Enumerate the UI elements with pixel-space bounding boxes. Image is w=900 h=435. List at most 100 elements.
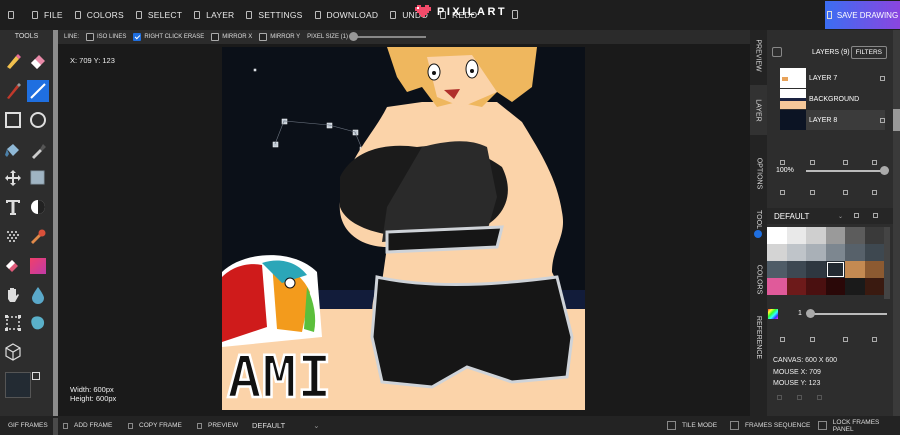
lock-frames-panel-toggle[interactable]: LOCK FRAMES PANEL — [818, 416, 900, 435]
rectangle-tool[interactable] — [2, 109, 24, 131]
iso-lines-checkbox[interactable] — [86, 33, 95, 41]
tab-preview[interactable]: PREVIEW — [750, 30, 767, 80]
menu-select[interactable]: SELECT — [130, 0, 188, 30]
hand-tool[interactable] — [2, 284, 24, 306]
color-replace-tool[interactable] — [2, 255, 24, 277]
color-swatch[interactable] — [845, 278, 865, 295]
color-swatch[interactable] — [767, 261, 787, 278]
info-action-icon[interactable] — [777, 395, 782, 400]
menu-settings[interactable]: SETTINGS — [240, 0, 308, 30]
opacity-slider[interactable] — [776, 166, 891, 177]
panel-scroll-thumb[interactable] — [893, 109, 900, 131]
fill-tool[interactable] — [2, 140, 24, 162]
layer-action-icon[interactable] — [780, 190, 785, 195]
menu-colors[interactable]: COLORS — [69, 0, 130, 30]
3d-tool[interactable] — [2, 341, 24, 363]
tab-colors[interactable]: COLORS — [750, 252, 767, 307]
palette-scrollbar[interactable] — [884, 227, 890, 299]
opacity-slider-knob[interactable] — [880, 166, 889, 175]
layer-action-icon[interactable] — [843, 160, 848, 165]
color-swatch[interactable] — [806, 278, 826, 295]
frames-sequence-checkbox[interactable] — [730, 421, 739, 430]
layer-action-icon[interactable] — [872, 160, 877, 165]
layer-row-layer-7[interactable]: LAYER 7 — [780, 68, 885, 88]
mirror-x-checkbox[interactable] — [211, 33, 220, 41]
smudge-tool[interactable] — [27, 312, 49, 334]
stamp-tool[interactable] — [27, 226, 49, 248]
move-tool[interactable] — [2, 167, 24, 189]
layer-row-layer-8[interactable]: LAYER 8 — [780, 110, 885, 130]
brush-action-icon[interactable] — [810, 337, 815, 342]
layer-action-icon[interactable] — [810, 190, 815, 195]
swap-colors-icon[interactable] — [32, 372, 40, 380]
mirror-y-option[interactable]: MIRROR Y — [259, 33, 300, 41]
layer-visibility-icon[interactable] — [880, 75, 885, 81]
palette-edit-icon[interactable] — [854, 213, 859, 218]
layer-action-icon[interactable] — [780, 160, 785, 165]
copy-frame-button[interactable]: COPY FRAME — [128, 416, 182, 435]
right-click-erase-option[interactable]: RIGHT CLICK ERASE — [133, 33, 204, 41]
color-swatch[interactable] — [767, 244, 787, 261]
filters-button[interactable]: FILTERS — [850, 46, 887, 59]
dither-tool[interactable] — [27, 196, 49, 218]
pencil-tool[interactable] — [2, 50, 24, 72]
tile-mode-checkbox[interactable] — [667, 421, 676, 430]
layer-visibility-icon[interactable] — [880, 117, 885, 123]
color-swatch[interactable] — [845, 261, 865, 278]
crop-tool[interactable] — [2, 312, 24, 334]
color-swatch[interactable] — [864, 261, 884, 278]
info-action-icon[interactable] — [797, 395, 802, 400]
color-swatch[interactable] — [825, 244, 845, 261]
drawing-canvas[interactable]: AMI — [222, 47, 585, 410]
brush-size-slider-knob[interactable] — [806, 309, 815, 318]
brush-action-icon[interactable] — [843, 337, 848, 342]
text-tool[interactable] — [2, 196, 24, 218]
color-swatch[interactable] — [767, 278, 787, 295]
line-tool[interactable] — [27, 80, 49, 102]
color-swatch[interactable] — [825, 278, 845, 295]
brush-action-icon[interactable] — [872, 337, 877, 342]
primary-color-swatch[interactable] — [5, 372, 31, 398]
color-swatch[interactable] — [806, 244, 826, 261]
add-layer-icon[interactable] — [772, 47, 782, 57]
blur-tool[interactable] — [27, 284, 49, 306]
chevron-down-icon[interactable]: ⌄ — [838, 213, 843, 220]
menu-file[interactable]: FILE — [26, 0, 69, 30]
frame-preset-select[interactable]: DEFAULT ⌄ — [252, 416, 320, 435]
mirror-x-option[interactable]: MIRROR X — [211, 33, 252, 41]
gif-frames-toggle[interactable]: GIF FRAMES — [8, 416, 48, 435]
color-swatch[interactable] — [864, 227, 884, 244]
color-swatch[interactable] — [806, 227, 826, 244]
color-swatch[interactable] — [786, 261, 806, 278]
app-logo[interactable]: PIXILART — [415, 5, 507, 19]
right-click-erase-checkbox[interactable] — [133, 33, 142, 41]
layer-action-icon[interactable] — [810, 160, 815, 165]
palette-menu-icon[interactable] — [873, 213, 878, 218]
preview-button[interactable]: PREVIEW — [197, 416, 238, 435]
tab-reference[interactable]: REFERENCE — [750, 307, 767, 367]
tab-options[interactable]: OPTIONS — [750, 143, 767, 203]
color-swatch[interactable] — [825, 227, 845, 244]
color-swatch[interactable] — [864, 244, 884, 261]
color-swatch[interactable] — [806, 261, 826, 278]
color-wheel-icon[interactable] — [768, 309, 778, 319]
layer-action-icon[interactable] — [872, 190, 877, 195]
eraser-tool[interactable] — [27, 50, 49, 72]
brush-action-icon[interactable] — [780, 337, 785, 342]
select-tool[interactable] — [27, 167, 49, 189]
tile-mode-toggle[interactable]: TILE MODE — [667, 416, 717, 435]
info-action-icon[interactable] — [817, 395, 822, 400]
color-swatch[interactable] — [864, 278, 884, 295]
color-swatch[interactable] — [845, 244, 865, 261]
pattern-tool[interactable] — [2, 226, 24, 248]
color-swatch[interactable] — [786, 244, 806, 261]
eyedropper-tool[interactable] — [27, 140, 49, 162]
menu-layer[interactable]: LAYER — [188, 0, 240, 30]
mirror-y-checkbox[interactable] — [259, 33, 268, 41]
pixel-size-slider[interactable] — [348, 32, 426, 41]
tab-layer[interactable]: LAYER — [750, 85, 767, 135]
panel-scrollbar[interactable] — [893, 30, 900, 416]
color-swatch[interactable] — [786, 227, 806, 244]
color-swatch[interactable] — [767, 227, 787, 244]
ellipse-tool[interactable] — [27, 109, 49, 131]
